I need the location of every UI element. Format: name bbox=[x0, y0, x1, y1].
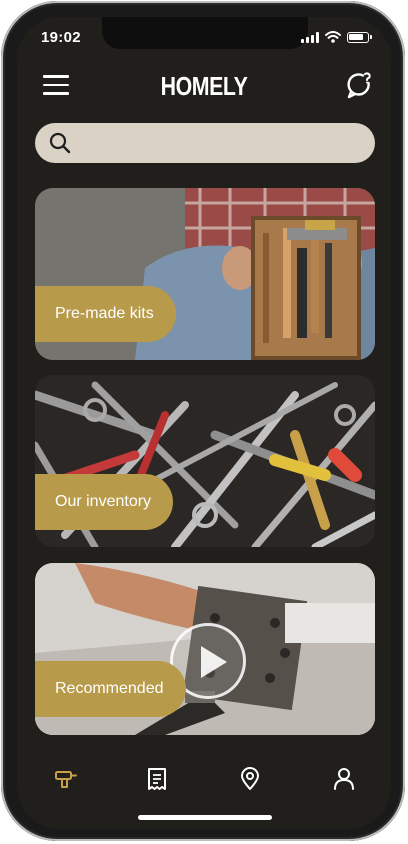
nav-profile[interactable] bbox=[324, 759, 364, 799]
search-input[interactable] bbox=[79, 123, 363, 165]
app-header: HOMELY bbox=[17, 67, 391, 107]
app-screen: 19:02 HOMELY Pre-made kits Our inventory… bbox=[17, 17, 391, 829]
battery-icon bbox=[347, 31, 372, 43]
bottom-nav bbox=[17, 759, 391, 799]
receipt-icon bbox=[148, 768, 166, 790]
phone-frame: 19:02 HOMELY Pre-made kits Our inventory… bbox=[1, 1, 405, 841]
card-our-inventory[interactable]: Our inventory bbox=[35, 375, 375, 547]
search-bar[interactable] bbox=[35, 123, 375, 165]
nav-receipt[interactable] bbox=[137, 759, 177, 799]
card-label: Our inventory bbox=[35, 474, 174, 530]
nav-drill[interactable] bbox=[46, 759, 86, 799]
location-pin-icon bbox=[241, 767, 259, 790]
home-indicator[interactable] bbox=[138, 815, 272, 820]
profile-icon bbox=[334, 768, 354, 790]
card-label: Pre-made kits bbox=[35, 286, 176, 342]
drill-icon bbox=[55, 771, 77, 788]
chat-icon[interactable] bbox=[345, 71, 373, 99]
notch bbox=[102, 17, 308, 49]
card-label: Recommended bbox=[35, 661, 186, 717]
status-icons bbox=[301, 31, 372, 43]
app-title: HOMELY bbox=[160, 71, 248, 101]
card-recommended[interactable]: Recommended bbox=[35, 563, 375, 735]
card-premade-kits[interactable]: Pre-made kits bbox=[35, 188, 375, 360]
signal-icon bbox=[301, 31, 319, 43]
status-time: 19:02 bbox=[41, 29, 81, 46]
search-icon bbox=[49, 132, 71, 154]
nav-location[interactable] bbox=[230, 759, 270, 799]
wifi-icon bbox=[325, 31, 341, 43]
